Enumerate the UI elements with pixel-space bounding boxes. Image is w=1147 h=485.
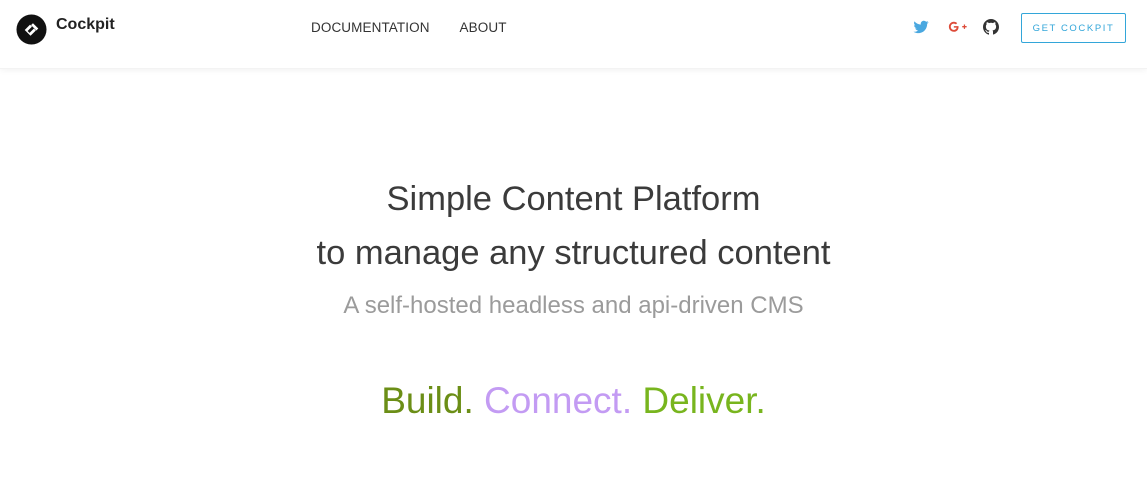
twitter-icon[interactable] bbox=[912, 18, 930, 36]
page: Cockpit DOCUMENTATION ABOUT GET COCKPIT … bbox=[0, 0, 1147, 485]
nav-documentation[interactable]: DOCUMENTATION bbox=[311, 20, 430, 35]
hero-section: Simple Content Platform to manage any st… bbox=[0, 68, 1147, 485]
brand-link[interactable]: Cockpit bbox=[16, 12, 115, 46]
tagline-deliver: Deliver. bbox=[642, 380, 766, 421]
google-plus-icon[interactable] bbox=[947, 18, 969, 36]
brand-name: Cockpit bbox=[56, 16, 115, 33]
main-nav: DOCUMENTATION ABOUT bbox=[311, 20, 507, 35]
get-cockpit-button[interactable]: GET COCKPIT bbox=[1021, 13, 1126, 43]
headline-line-1: Simple Content Platform bbox=[386, 180, 761, 218]
social-links bbox=[912, 18, 999, 36]
tagline: Build. Connect. Deliver. bbox=[0, 380, 1147, 422]
site-header: Cockpit DOCUMENTATION ABOUT GET COCKPIT bbox=[0, 0, 1147, 69]
github-icon[interactable] bbox=[983, 18, 999, 36]
cockpit-logo-icon bbox=[16, 13, 47, 45]
subtitle: A self-hosted headless and api-driven CM… bbox=[343, 292, 804, 319]
nav-about[interactable]: ABOUT bbox=[460, 20, 507, 35]
tagline-build: Build. bbox=[381, 380, 474, 421]
tagline-connect: Connect. bbox=[484, 380, 633, 421]
headline: Simple Content Platform to manage any st… bbox=[0, 172, 1147, 280]
headline-line-2: to manage any structured content bbox=[316, 234, 831, 272]
